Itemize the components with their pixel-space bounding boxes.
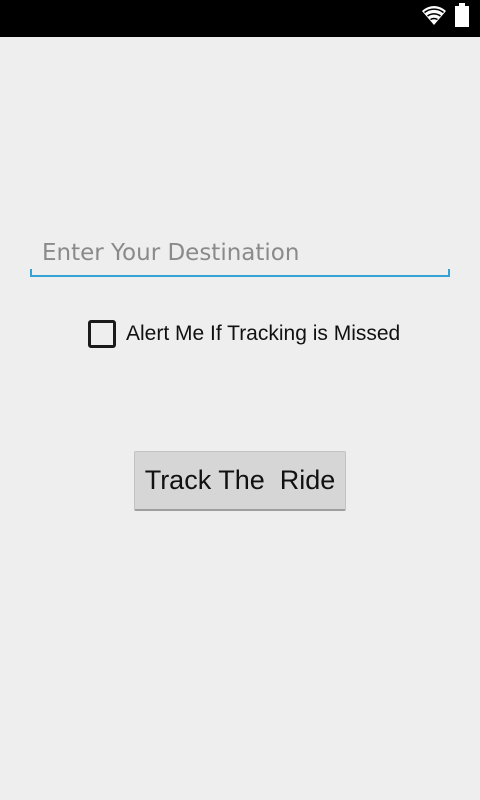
alert-checkbox[interactable] [88, 320, 116, 348]
destination-input[interactable] [30, 232, 450, 274]
app-screen: Alert Me If Tracking is Missed Track The… [0, 0, 480, 800]
wifi-icon [422, 6, 446, 25]
alert-checkbox-label: Alert Me If Tracking is Missed [126, 322, 401, 345]
status-bar [0, 0, 480, 37]
destination-field [30, 232, 450, 278]
track-ride-button[interactable]: Track The Ride [134, 451, 346, 511]
input-underline-right-tick [448, 269, 450, 277]
alert-checkbox-row[interactable]: Alert Me If Tracking is Missed [88, 320, 400, 348]
battery-icon [455, 3, 469, 27]
input-underline [30, 275, 450, 277]
